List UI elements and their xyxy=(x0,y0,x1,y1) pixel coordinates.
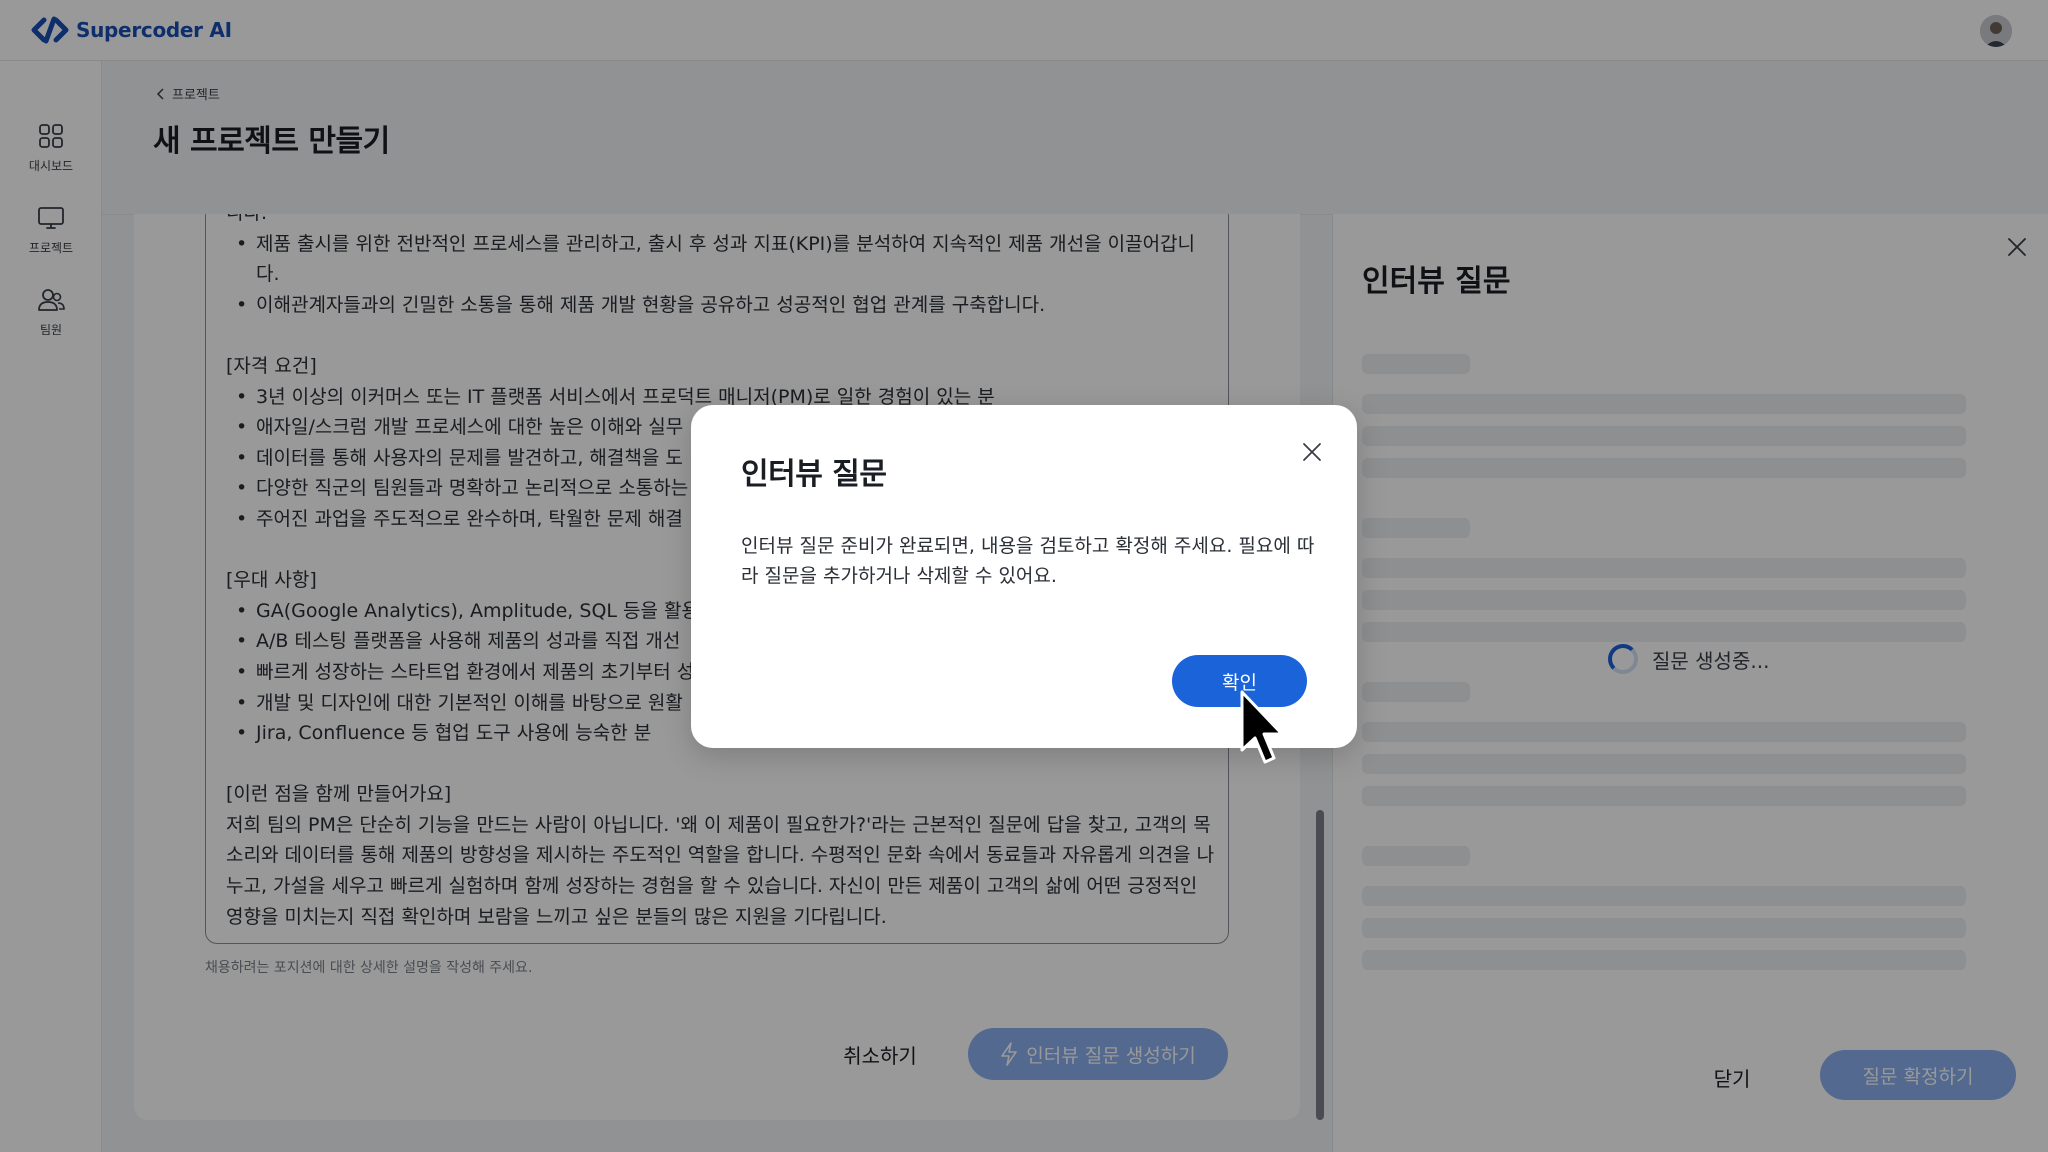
mouse-cursor-icon xyxy=(1240,690,1284,764)
modal-body: 인터뷰 질문 준비가 완료되면, 내용을 검토하고 확정해 주세요. 필요에 따… xyxy=(741,535,1315,587)
close-icon[interactable] xyxy=(1299,439,1325,465)
modal-title: 인터뷰 질문 xyxy=(741,457,887,492)
